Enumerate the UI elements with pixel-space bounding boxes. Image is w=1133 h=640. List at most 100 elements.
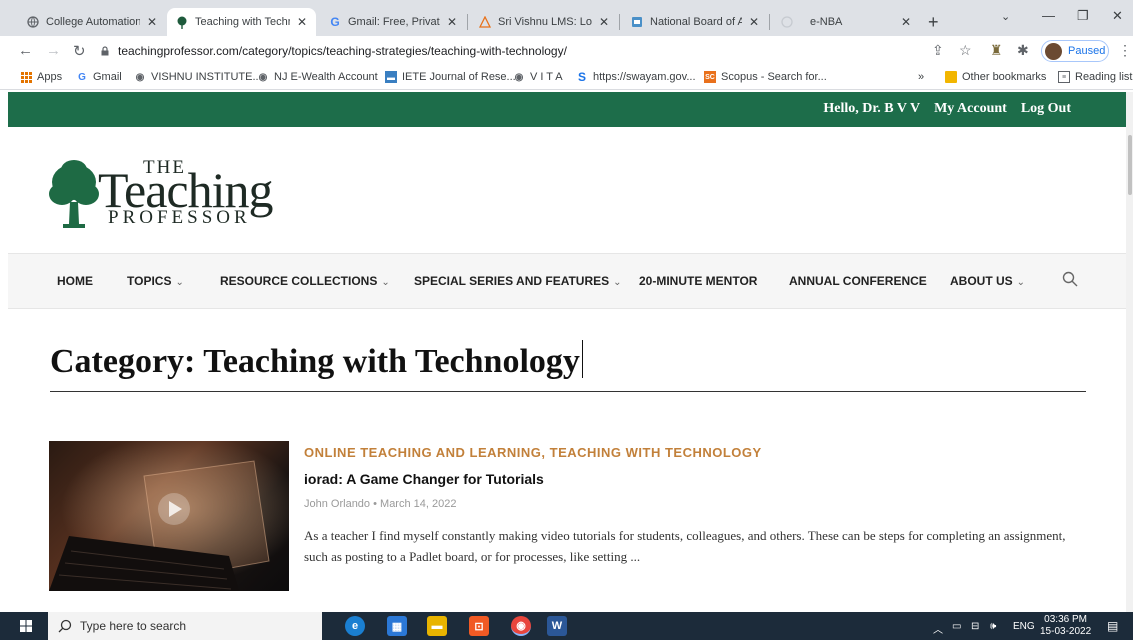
my-account-link[interactable]: My Account [934,101,1007,117]
site-logo[interactable]: THE Teaching PROFESSOR [48,155,308,235]
post-author-link[interactable]: John Orlando [304,498,370,510]
bookmark-gmail[interactable]: G Gmail [76,71,122,83]
tab-sri-vishnu-lms[interactable]: Sri Vishnu LMS: Log in ✕ [470,8,618,36]
forward-arrow-icon[interactable]: → [46,42,61,59]
volume-icon[interactable]: 🕪 [990,621,996,632]
nav-topics[interactable]: TOPICS ⌄ [127,274,184,288]
edge-browser-icon[interactable]: e [345,616,365,636]
close-icon[interactable]: ✕ [598,15,610,29]
search-placeholder: Type here to search [80,619,187,633]
windows-start-icon[interactable] [20,620,32,632]
bookmark-other-bookmarks[interactable]: Other bookmarks [945,71,1046,83]
language-indicator[interactable]: ENG [1013,621,1035,632]
bookmark-label: IETE Journal of Rese... [402,71,516,83]
extension-icon[interactable]: ♜ [990,42,1003,59]
nav-label: ANNUAL CONFERENCE [789,274,927,288]
bookmark-label: https://swayam.gov... [593,71,696,83]
address-bar[interactable]: teachingprofessor.com/category/topics/te… [100,40,920,62]
chrome-icon[interactable]: ◉ [511,616,531,636]
close-icon[interactable]: ✕ [446,15,458,29]
menu-dots-icon[interactable]: ⋮ [1118,42,1132,59]
word-icon[interactable]: W [547,616,567,636]
extensions-puzzle-icon[interactable]: ✱ [1017,42,1029,59]
app-icon[interactable]: ⊡ [469,616,489,636]
globe-icon: ◉ [514,71,524,83]
bookmark-vishnu-institute[interactable]: ◉ VISHNU INSTITUTE... [134,71,262,83]
title-divider [50,391,1086,392]
reading-list-icon: ≡ [1058,71,1070,83]
nav-annual-conference[interactable]: ANNUAL CONFERENCE [789,274,927,288]
bookmark-label: Apps [37,71,63,83]
nav-label: RESOURCE COLLECTIONS [220,274,378,288]
close-icon[interactable]: ✕ [146,15,158,29]
lms-icon [478,15,492,29]
post-categories-link[interactable]: ONLINE TEACHING AND LEARNING, TEACHING W… [304,445,762,460]
nav-label: ABOUT US [950,274,1013,288]
close-icon[interactable]: ✕ [900,15,912,29]
notifications-icon[interactable]: ▤ [1107,619,1118,633]
post-title-link[interactable]: iorad: A Game Changer for Tutorials [304,471,544,487]
tab-divider [467,14,468,30]
system-clock[interactable]: 03:36 PM 15-03-2022 [1040,614,1091,638]
greeting-text: Hello, Dr. B V V [823,101,921,116]
store-icon[interactable]: ▦ [387,616,407,636]
close-window-button[interactable]: ✕ [1112,8,1123,24]
bookmark-reading-list[interactable]: ≡ Reading list [1058,71,1132,83]
avatar [1045,42,1062,60]
nav-resource-collections[interactable]: RESOURCE COLLECTIONS ⌄ [220,274,390,288]
nav-about-us[interactable]: ABOUT US ⌄ [950,274,1025,288]
tab-search-icon[interactable]: ⌄ [1001,10,1010,23]
bookmark-star-icon[interactable]: ☆ [959,42,972,59]
bookmark-label: Scopus - Search for... [721,71,827,83]
tab-title: College Automation P [46,16,140,28]
new-tab-button[interactable]: + [928,12,939,33]
nav-20-minute-mentor[interactable]: 20-MINUTE MENTOR [639,274,757,288]
globe-icon [26,15,40,29]
nav-home[interactable]: HOME [57,274,93,288]
tab-e-nba[interactable]: e-NBA ✕ [772,8,920,36]
reload-icon[interactable]: ↻ [73,42,86,60]
taskbar-search-input[interactable]: Type here to search [48,612,322,640]
bookmark-iete-journal[interactable]: ▬ IETE Journal of Rese... [385,71,516,83]
bookmark-label: Other bookmarks [962,71,1047,83]
bookmark-label: VISHNU INSTITUTE... [151,71,262,83]
nav-label: SPECIAL SERIES AND FEATURES [414,274,610,288]
minimize-button[interactable]: — [1042,8,1055,23]
page-title-text: Category: Teaching with Technology [50,343,580,380]
scrollbar-thumb[interactable] [1128,135,1132,195]
file-explorer-icon[interactable]: ▬ [427,616,447,636]
tab-teaching-with-technology[interactable]: Teaching with Technol ✕ [167,8,316,36]
back-arrow-icon[interactable]: ← [18,42,33,59]
close-icon[interactable]: ✕ [296,15,308,29]
tab-title: Sri Vishnu LMS: Log in [498,16,592,28]
tab-gmail[interactable]: G Gmail: Free, Private & ✕ [320,8,466,36]
tray-chevron-icon[interactable]: ︿ [933,621,943,636]
close-icon[interactable]: ✕ [748,15,760,29]
google-icon: G [330,15,340,29]
network-icon[interactable]: ⊟ [971,621,979,632]
tab-title: Teaching with Technol [195,16,290,28]
bookmark-apps[interactable]: Apps [20,71,62,83]
log-out-link[interactable]: Log Out [1021,101,1071,117]
bookmark-label: Reading list [1075,71,1133,83]
bookmark-vita[interactable]: ◉ V I T A [513,71,563,83]
post-thumbnail[interactable] [49,441,289,591]
tab-title: Gmail: Free, Private & [348,16,440,28]
bookmarks-overflow-button[interactable]: » [918,71,924,83]
share-icon[interactable]: ⇪ [932,42,944,59]
globe-icon: ◉ [135,71,145,83]
user-links: Hello, Dr. B V V My Account Log Out [823,101,1071,117]
battery-icon: ▭ [952,621,962,632]
search-icon[interactable] [1062,271,1078,287]
bookmark-nj-ewealth[interactable]: ◉ NJ E-Wealth Account [257,71,378,83]
tab-divider [769,14,770,30]
bookmark-swayam[interactable]: S https://swayam.gov... [576,70,696,84]
tab-college-automation[interactable]: College Automation P ✕ [18,8,166,36]
nav-special-series[interactable]: SPECIAL SERIES AND FEATURES ⌄ [414,274,622,288]
restore-button[interactable]: ❐ [1077,8,1089,24]
bookmark-scopus[interactable]: SC Scopus - Search for... [704,71,827,83]
tab-national-board[interactable]: National Board of Acc ✕ [622,8,768,36]
apps-grid-icon [20,71,32,83]
profile-paused-button[interactable]: Paused [1041,40,1109,62]
nav-label: TOPICS [127,274,172,288]
